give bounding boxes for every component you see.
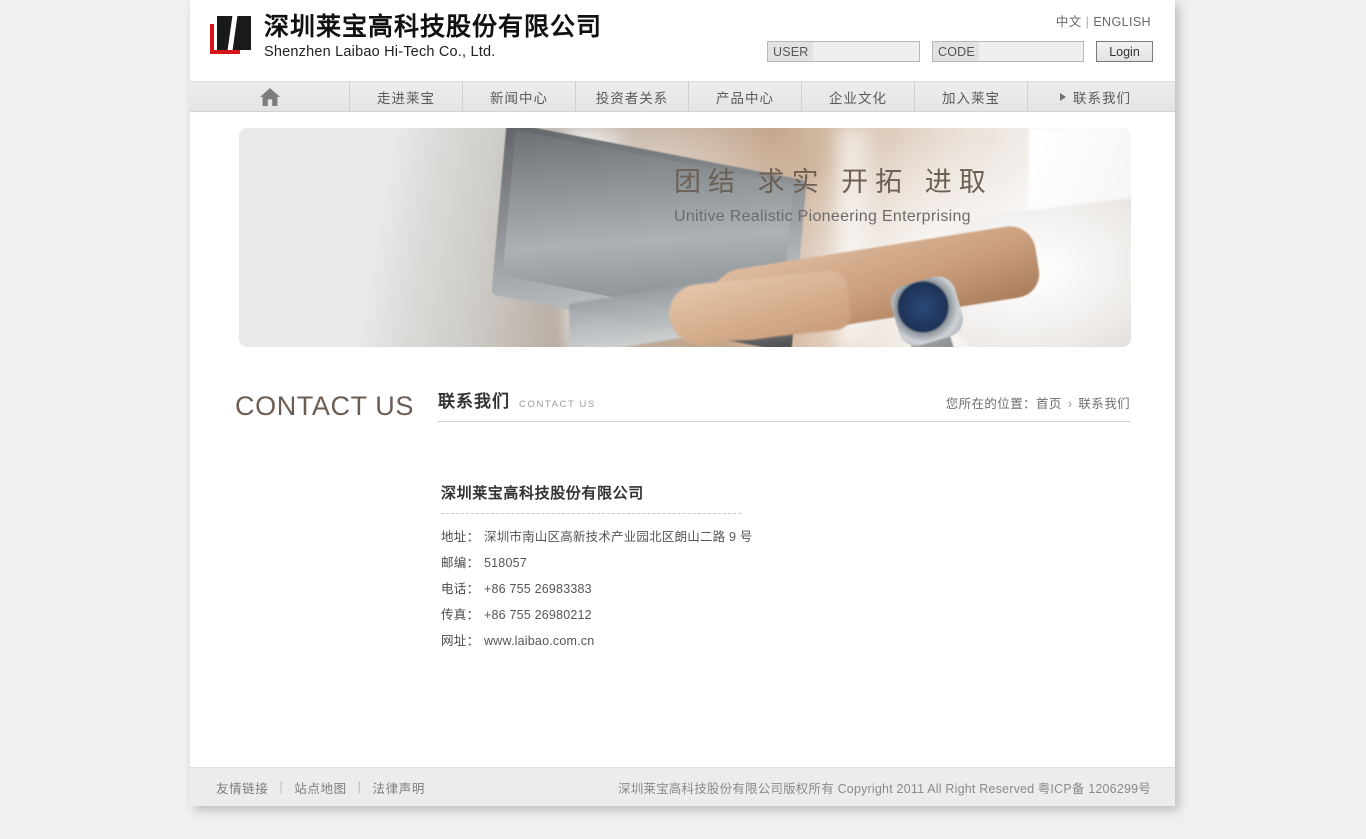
page-container: 深圳莱宝高科技股份有限公司 Shenzhen Laibao Hi-Tech Co…: [190, 0, 1175, 806]
page-title: CONTACT US: [235, 391, 415, 421]
list-item: 电话： +86 755 26983383: [441, 578, 741, 597]
breadcrumb: 您所在的位置：首页 › 联系我们: [946, 393, 1130, 412]
info-label: 邮编：: [441, 556, 480, 570]
user-field-wrapper: USER: [767, 41, 920, 62]
user-input[interactable]: [812, 42, 901, 61]
nav-item-label: 产品中心: [716, 90, 774, 106]
contact-info-list: 地址： 深圳市南山区高新技术产业园北区朗山二路 9 号 邮编： 518057 电…: [441, 526, 752, 649]
nav-item-investor[interactable]: 投资者关系: [576, 82, 689, 111]
list-item: 网址： www.laibao.com.cn: [441, 630, 741, 649]
breadcrumb-current: 联系我们: [1078, 397, 1130, 411]
nav-item-label: 企业文化: [829, 90, 887, 106]
nav-item-contact[interactable]: 联系我们: [1028, 82, 1163, 111]
section-title-en: CONTACT US: [519, 399, 596, 410]
section-title-cn: 联系我们: [438, 392, 510, 411]
nav-item-join[interactable]: 加入莱宝: [915, 82, 1028, 111]
info-label: 网址：: [441, 634, 480, 648]
info-label: 传真：: [441, 608, 480, 622]
login-button[interactable]: Login: [1096, 41, 1153, 62]
info-value: +86 755 26983383: [484, 582, 592, 596]
lang-chinese-link[interactable]: 中文: [1056, 15, 1082, 29]
lang-english-link[interactable]: ENGLISH: [1093, 15, 1151, 29]
footer-link-legal[interactable]: 法律声明: [373, 778, 425, 797]
lang-separator: |: [1085, 15, 1090, 29]
chevron-right-icon: ›: [1067, 397, 1073, 411]
footer-separator: |: [357, 780, 362, 794]
website-value[interactable]: www.laibao.com.cn: [484, 634, 594, 648]
footer-link-sitemap[interactable]: 站点地图: [294, 778, 346, 797]
contact-info-block: 深圳莱宝高科技股份有限公司 地址： 深圳市南山区高新技术产业园北区朗山二路 9 …: [441, 482, 752, 649]
dashed-divider: [441, 513, 741, 514]
footer-icp[interactable]: 粤ICP备 1206299号: [1038, 778, 1151, 797]
site-footer: 友情链接 | 站点地图 | 法律声明 深圳莱宝高科技股份有限公司版权所有 Cop…: [190, 767, 1175, 806]
site-header: 深圳莱宝高科技股份有限公司 Shenzhen Laibao Hi-Tech Co…: [190, 0, 1175, 81]
nav-item-label: 投资者关系: [595, 90, 669, 106]
user-field-label: USER: [768, 42, 813, 61]
info-value: 518057: [484, 556, 527, 570]
footer-link-friendly[interactable]: 友情链接: [216, 778, 268, 797]
site-logo[interactable]: 深圳莱宝高科技股份有限公司 Shenzhen Laibao Hi-Tech Co…: [210, 14, 602, 60]
info-value: +86 755 26980212: [484, 608, 592, 622]
nav-item-label: 新闻中心: [490, 90, 548, 106]
banner-slogan-en: Unitive Realistic Pioneering Enterprisin…: [674, 208, 971, 225]
footer-copyright: 深圳莱宝高科技股份有限公司版权所有 Copyright 2011 All Rig…: [618, 781, 1035, 796]
nav-item-news[interactable]: 新闻中心: [463, 82, 576, 111]
language-switcher: 中文 | ENGLISH: [1056, 11, 1151, 30]
laibao-logo-mark-icon: [210, 15, 254, 58]
list-item: 传真： +86 755 26980212: [441, 604, 741, 623]
company-name: 深圳莱宝高科技股份有限公司: [441, 485, 644, 502]
code-input[interactable]: [978, 42, 1069, 61]
footer-links: 友情链接 | 站点地图 | 法律声明: [216, 778, 425, 797]
nav-item-products[interactable]: 产品中心: [689, 82, 802, 111]
info-value: 深圳市南山区高新技术产业园北区朗山二路 9 号: [484, 530, 753, 544]
main-content: CONTACT US 联系我们 CONTACT US 您所在的位置：首页 › 联系我…: [190, 387, 1175, 656]
section-header: 联系我们 CONTACT US 您所在的位置：首页 › 联系我们: [438, 387, 1130, 422]
code-field-label: CODE: [933, 42, 979, 61]
breadcrumb-prefix: 您所在的位置：: [945, 397, 1036, 411]
code-field-wrapper: CODE: [932, 41, 1084, 62]
banner-slogan-cn: 团结 求实 开拓 进取: [674, 167, 993, 198]
main-navigation: 走进莱宝 新闻中心 投资者关系 产品中心 企业文化 加入莱宝 联系我们: [190, 81, 1175, 112]
nav-item-label: 加入莱宝: [942, 90, 1000, 106]
sidebar-item-home[interactable]: [190, 82, 350, 111]
footer-separator: |: [279, 780, 284, 794]
logo-name-en: Shenzhen Laibao Hi-Tech Co., Ltd.: [264, 44, 496, 60]
login-bar: USER CODE Login: [767, 41, 1153, 62]
info-label: 地址：: [441, 530, 480, 544]
breadcrumb-home-link[interactable]: 首页: [1036, 397, 1062, 411]
info-label: 电话：: [441, 582, 480, 596]
logo-name-cn: 深圳莱宝高科技股份有限公司: [264, 12, 603, 41]
hero-banner: 团结 求实 开拓 进取 Unitive Realistic Pioneering…: [239, 128, 1131, 347]
nav-item-label: 走进莱宝: [377, 90, 435, 106]
nav-item-culture[interactable]: 企业文化: [802, 82, 915, 111]
banner-slogan: 团结 求实 开拓 进取 Unitive Realistic Pioneering…: [674, 160, 993, 226]
list-item: 邮编： 518057: [441, 552, 741, 571]
logo-text: 深圳莱宝高科技股份有限公司 Shenzhen Laibao Hi-Tech Co…: [264, 14, 602, 60]
list-item: 地址： 深圳市南山区高新技术产业园北区朗山二路 9 号: [441, 526, 752, 545]
nav-item-label: 联系我们: [1073, 90, 1131, 106]
content-column: 联系我们 CONTACT US 您所在的位置：首页 › 联系我们 深圳莱宝高科技股份…: [438, 387, 1130, 656]
triangle-right-icon: [1060, 92, 1066, 101]
home-icon: [259, 87, 280, 106]
nav-item-about[interactable]: 走进莱宝: [350, 82, 463, 111]
